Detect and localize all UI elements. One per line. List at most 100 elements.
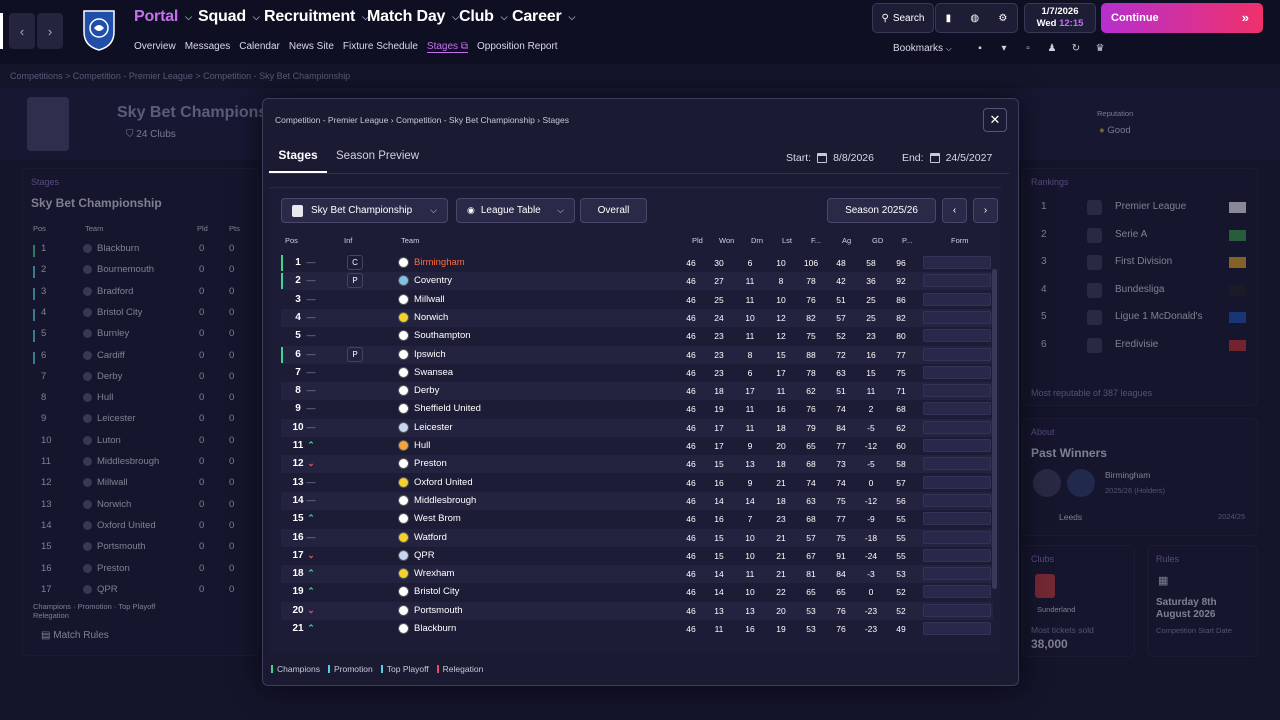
table-row[interactable]: 5 — Southampton 46 23 11 12 75 52 23 80	[281, 327, 993, 345]
overall-button[interactable]: Overall	[580, 198, 647, 223]
back-button[interactable]: ‹	[9, 13, 35, 49]
col-won[interactable]: Won	[719, 236, 734, 245]
team-name[interactable]: Watford	[414, 532, 447, 543]
col-for[interactable]: F...	[811, 236, 821, 245]
col-pos[interactable]: Pos	[285, 236, 298, 245]
previous-season-button[interactable]: ‹	[942, 198, 967, 223]
table-row[interactable]: 16— Watford 46 15 10 21 57 75 -18 55	[281, 528, 993, 547]
team-name[interactable]: Wrexham	[414, 568, 454, 579]
trophy-icon[interactable]: ♛	[1094, 43, 1106, 55]
bookmarks-dropdown[interactable]: Bookmarks ⌵	[893, 43, 952, 54]
globe-icon[interactable]: ◍	[970, 13, 979, 24]
table-row[interactable]: 11 ⌃ Hull 46 17 9 20 65 77 -12 60	[281, 437, 993, 455]
match-rules-link[interactable]: ▤ Match Rules	[41, 630, 109, 641]
crumb-competitions[interactable]: Competitions	[10, 71, 63, 81]
menu-career[interactable]: Career ⌵	[512, 8, 575, 26]
subnav-opposition-report[interactable]: Opposition Report	[477, 41, 558, 53]
table-row[interactable]: 18 ⌃ Wrexham 46 14 11 21 81 84 -3 53	[281, 565, 993, 584]
table-row[interactable]: 8 — Derby 46 18 17 11 62 51 11 71	[281, 382, 993, 401]
team-name[interactable]: QPR	[414, 550, 435, 561]
club-crest-icon[interactable]	[82, 8, 116, 52]
team-name[interactable]: Middlesbrough	[414, 495, 476, 506]
table-row[interactable]: 15 ⌃ West Brom 46 16 7 23 68 77 -9 55	[281, 510, 993, 528]
team-name[interactable]: Oxford United	[414, 477, 473, 488]
team-name[interactable]: West Brom	[414, 513, 461, 524]
shirt-icon[interactable]: ▾	[998, 43, 1010, 55]
col-drn[interactable]: Drn	[751, 236, 763, 245]
table-row[interactable]: 4 — Norwich 46 24 10 12 82 57 25 82	[281, 308, 993, 327]
menu-squad[interactable]: Squad ⌵	[198, 8, 260, 26]
tab-season-preview[interactable]: Season Preview	[336, 150, 419, 162]
team-name[interactable]: Coventry	[414, 275, 452, 286]
close-button[interactable]: ✕	[983, 108, 1007, 132]
continue-button[interactable]: Continue »	[1101, 3, 1263, 33]
team-name[interactable]: Preston	[414, 458, 447, 469]
tab-stages[interactable]: Stages	[269, 148, 327, 173]
dialog-crumb-championship[interactable]: Competition - Sky Bet Championship	[396, 115, 535, 125]
team-name[interactable]: Sheffield United	[414, 403, 481, 414]
subnav-calendar[interactable]: Calendar	[239, 41, 280, 53]
team-name[interactable]: Hull	[414, 440, 430, 451]
table-row[interactable]: 19 ⌃ Bristol City 46 14 10 22 65 65 0 52	[281, 583, 993, 601]
table-row[interactable]: 14— Middlesbrough 46 14 14 18 63 75 -12 56	[281, 491, 993, 510]
menu-portal[interactable]: Portal ⌵	[134, 8, 192, 26]
team-name[interactable]: Bristol City	[414, 586, 459, 597]
forward-button[interactable]: ›	[37, 13, 63, 49]
form-bar	[923, 585, 991, 599]
menu-recruitment[interactable]: Recruitment ⌵	[264, 8, 369, 26]
team-name[interactable]: Leicester	[414, 422, 453, 433]
table-row[interactable]: 12 ⌄ Preston 46 15 13 18 68 73 -5 58	[281, 455, 993, 474]
subnav-messages[interactable]: Messages	[185, 41, 231, 53]
col-pts[interactable]: P...	[902, 236, 912, 245]
team-name[interactable]: Birmingham	[414, 257, 465, 268]
table-row[interactable]: 3 — Millwall 46 25 11 10 76 51 25 86	[281, 291, 993, 309]
col-gd[interactable]: GD	[872, 236, 883, 245]
competition-select[interactable]: Sky Bet Championship ⌵	[281, 198, 448, 223]
col-against[interactable]: Ag	[842, 236, 851, 245]
crumb-premier-league[interactable]: Competition - Premier League	[73, 71, 193, 81]
chat-icon[interactable]: ▪	[974, 43, 986, 55]
subnav-news-site[interactable]: News Site	[289, 41, 334, 53]
table-row[interactable]: 7 — Swansea 46 23 6 17 78 63 15 75	[281, 364, 993, 382]
col-lst[interactable]: Lst	[782, 236, 792, 245]
gear-icon[interactable]: ⚙	[998, 13, 1007, 24]
people-icon[interactable]: ♟	[1046, 43, 1058, 55]
table-row[interactable]: 17 ⌄ QPR 46 15 10 21 67 91 -24 55	[281, 547, 993, 565]
team-name[interactable]: Norwich	[414, 312, 448, 323]
subnav-overview[interactable]: Overview	[134, 41, 176, 53]
team-name[interactable]: Blackburn	[414, 623, 456, 634]
table-row[interactable]: 21 ⌃ Blackburn 46 11 16 19 53 76 -23 49	[281, 620, 993, 638]
subnav-fixture-schedule[interactable]: Fixture Schedule	[343, 41, 418, 53]
col-team[interactable]: Team	[401, 236, 419, 245]
table-row[interactable]: 20 ⌄ Portsmouth 46 13 13 20 53 76 -23 52	[281, 601, 993, 620]
next-season-button[interactable]: ›	[973, 198, 998, 223]
dialog-crumb-premier-league[interactable]: Competition - Premier League	[275, 115, 388, 125]
crumb-championship[interactable]: Competition - Sky Bet Championship	[203, 71, 350, 81]
table-row[interactable]: 9 — Sheffield United 46 19 11 16 76 74 2 68	[281, 400, 993, 418]
col-form[interactable]: Form	[951, 236, 969, 245]
team-name[interactable]: Portsmouth	[414, 605, 463, 616]
table-scrollbar[interactable]	[992, 269, 997, 589]
refresh-icon[interactable]: ↻	[1070, 43, 1082, 55]
menu-club[interactable]: Club ⌵	[459, 8, 508, 26]
menu-match-day[interactable]: Match Day ⌵	[367, 8, 459, 26]
table-row[interactable]: 10— Leicester 46 17 11 18 79 84 -5 62	[281, 418, 993, 437]
team-name[interactable]: Derby	[414, 385, 439, 396]
table-row[interactable]: 6 — P Ipswich 46 23 8 15 88 72 16 77	[281, 345, 993, 364]
table-row[interactable]: 2 — P Coventry 46 27 11 8 78 42 36 92	[281, 272, 993, 291]
view-select[interactable]: ◉ League Table ⌵	[456, 198, 575, 223]
search-button[interactable]: ⚲ Search	[872, 3, 934, 33]
team-name[interactable]: Southampton	[414, 330, 471, 341]
notebook-icon[interactable]: ▮	[946, 13, 952, 24]
subnav-stages[interactable]: Stages ⧉	[426, 41, 468, 53]
team-name[interactable]: Ipswich	[414, 349, 446, 360]
team-name[interactable]: Swansea	[414, 367, 453, 378]
table-row[interactable]: 13— Oxford United 46 16 9 21 74 74 0 57	[281, 474, 993, 492]
document-icon[interactable]: ▫	[1022, 43, 1034, 55]
table-row[interactable]: 1 — C Birmingham 46 30 6 10 106 48 58 96	[281, 254, 993, 272]
team-name[interactable]: Millwall	[414, 294, 445, 305]
season-select[interactable]: Season 2025/26	[827, 198, 936, 223]
col-pld[interactable]: Pld	[692, 236, 703, 245]
col-inf[interactable]: Inf	[344, 236, 352, 245]
row-position: 13	[292, 476, 304, 488]
